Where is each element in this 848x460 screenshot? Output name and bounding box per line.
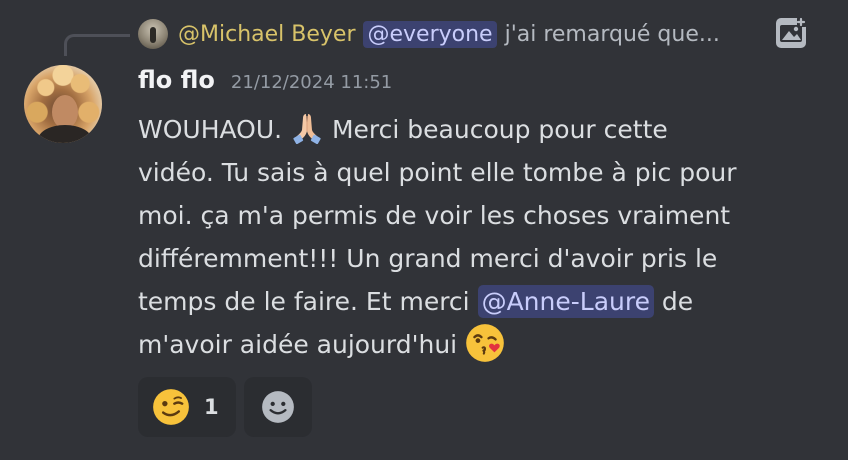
message-line: m'avoir aidée aujourd'hui [138,323,798,366]
message-line: vidéo. Tu sais à quel point elle tombe à… [138,158,737,187]
folded-hands-emoji [293,114,321,144]
message-content: WOUHAOU. Merci beaucoup pour cette vidéo… [138,108,798,366]
reaction-count: 1 [204,395,219,419]
message-line: temps de le faire. Et merci @Anne-Laure … [138,280,798,323]
message-text: de [653,287,694,316]
message-line: WOUHAOU. Merci beaucoup pour cette [138,108,798,151]
add-reaction-smiley-icon [262,391,294,423]
reply-author[interactable]: @Michael Beyer [178,22,355,47]
author-avatar[interactable] [24,65,102,143]
message-text: m'avoir aidée aujourd'hui [138,330,466,359]
message-header: flo flo 21/12/2024 11:51 [138,66,392,100]
chat-message: @Michael Beyer @everyone j'ai remarqué q… [0,0,848,460]
author-name[interactable]: flo flo [138,66,215,94]
add-reaction-button[interactable] [244,377,312,437]
reply-mention-everyone[interactable]: @everyone [363,20,497,48]
message-text: WOUHAOU. [138,115,291,144]
message-text: Merci beaucoup pour cette [324,115,668,144]
user-mention[interactable]: @Anne-Laure [477,285,654,318]
reaction-winking-face[interactable]: 1 [138,377,236,437]
image-icon [776,17,807,48]
reply-spine [64,34,130,56]
message-line: moi. ça m'a permis de voir les choses vr… [138,201,731,230]
message-text: temps de le faire. Et merci [138,287,478,316]
message-timestamp[interactable]: 21/12/2024 11:51 [231,72,392,93]
reactions-bar: 1 [138,377,312,437]
message-line: différemment!!! Un grand merci d'avoir p… [138,244,718,273]
reply-preview[interactable]: @Michael Beyer @everyone j'ai remarqué q… [138,14,720,54]
reply-avatar[interactable] [138,19,168,49]
reply-preview-text[interactable]: j'ai remarqué que... [505,22,720,47]
face-blowing-kiss-emoji [466,324,504,362]
winking-face-emoji [153,389,189,425]
